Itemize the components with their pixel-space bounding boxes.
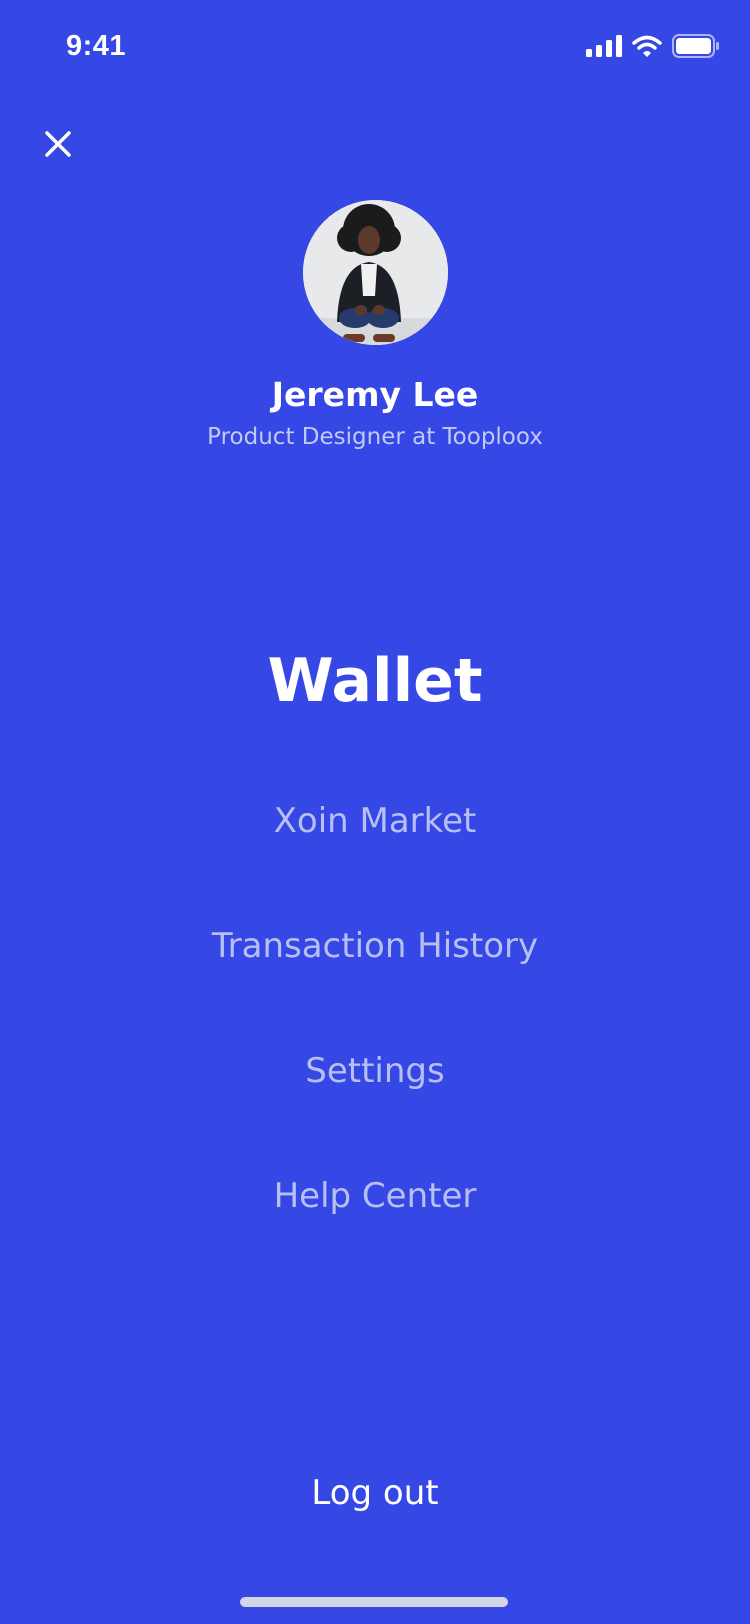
menu-item-transaction-history[interactable]: Transaction History	[0, 926, 750, 966]
close-button[interactable]	[38, 126, 78, 166]
menu-item-settings[interactable]: Settings	[0, 1051, 750, 1091]
home-indicator[interactable]	[240, 1597, 508, 1607]
profile-name: Jeremy Lee	[271, 375, 479, 414]
menu-item-help-center[interactable]: Help Center	[0, 1176, 750, 1216]
battery-icon	[672, 34, 720, 58]
close-icon	[43, 129, 73, 163]
menu-screen: 9:41 Jeremy Lee Product Designer at Toop…	[0, 0, 750, 1624]
avatar-image	[303, 200, 448, 345]
menu-item-wallet[interactable]: Wallet	[0, 646, 750, 716]
avatar[interactable]	[303, 200, 448, 345]
profile-title: Product Designer at Tooploox	[207, 424, 543, 450]
status-time: 9:41	[66, 30, 127, 62]
cellular-signal-icon	[586, 35, 622, 57]
wifi-icon	[632, 35, 662, 57]
logout-button[interactable]: Log out	[0, 1473, 750, 1513]
status-icons	[586, 32, 720, 60]
menu-item-xoin-market[interactable]: Xoin Market	[0, 801, 750, 841]
